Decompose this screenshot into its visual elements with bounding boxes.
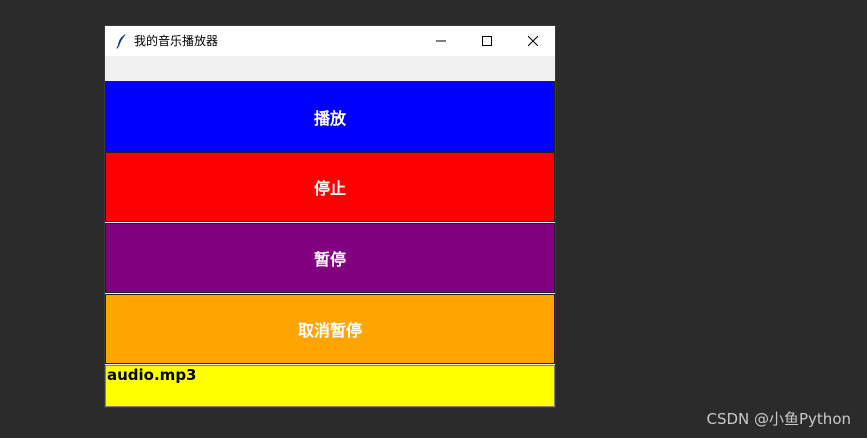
window-title: 我的音乐播放器	[134, 34, 219, 48]
watermark-text: CSDN @小鱼Python	[706, 410, 851, 428]
feather-icon	[116, 34, 126, 49]
maximize-icon	[482, 36, 492, 46]
app-window: 我的音乐播放器 播放 停止 暂停 取消暂停 audio.mp3	[105, 26, 555, 407]
pause-button[interactable]: 暂停	[105, 223, 555, 293]
pause-button-label: 暂停	[313, 250, 346, 269]
play-button-label: 播放	[313, 108, 346, 128]
resume-button[interactable]: 取消暂停	[105, 294, 555, 364]
minimize-button[interactable]	[418, 26, 464, 56]
current-file-label: audio.mp3	[105, 365, 555, 407]
close-button[interactable]	[510, 26, 556, 56]
play-button[interactable]: 播放	[105, 81, 555, 152]
resume-button-label: 取消暂停	[297, 321, 362, 340]
minimize-icon	[436, 40, 446, 42]
stop-button-label: 停止	[313, 179, 346, 198]
close-icon	[528, 36, 538, 46]
stop-button[interactable]: 停止	[105, 152, 555, 222]
maximize-button[interactable]	[464, 26, 510, 56]
empty-toolbar-area	[105, 56, 555, 81]
title-bar[interactable]: 我的音乐播放器	[105, 26, 555, 56]
